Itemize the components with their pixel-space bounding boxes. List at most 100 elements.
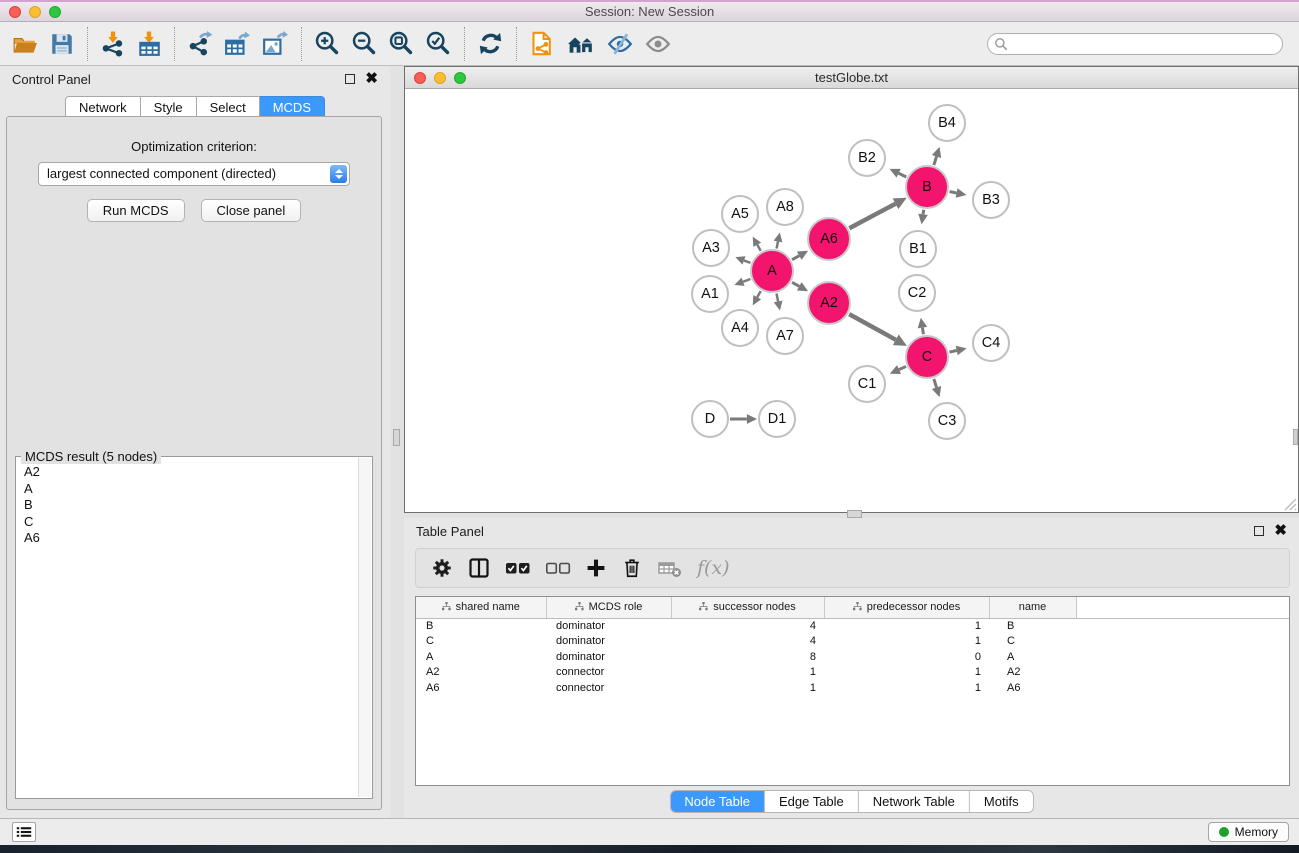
table-row[interactable]: Adominator80A xyxy=(416,650,1289,666)
graph-edge[interactable] xyxy=(777,242,778,249)
tab-network-table[interactable]: Network Table xyxy=(859,791,970,812)
function-builder-icon[interactable]: f(x) xyxy=(690,557,737,579)
graph-edge[interactable] xyxy=(792,256,799,260)
graph-edge[interactable] xyxy=(849,204,895,229)
graph-edge[interactable] xyxy=(934,379,937,388)
col-mcds-role[interactable]: MCDS role xyxy=(546,597,671,618)
save-session-icon[interactable] xyxy=(44,26,80,62)
graph-node-A3[interactable]: A3 xyxy=(693,230,729,266)
divider-grip[interactable] xyxy=(393,429,400,446)
open-session-icon[interactable] xyxy=(6,26,44,62)
network-graph[interactable]: A A1 A2 A3 A4 A5 A6 A7 A8 B B1 B2 B3 B4 C C1 C2 C3 C4 D D1 xyxy=(405,89,1298,512)
mcds-result-item[interactable]: A xyxy=(24,481,358,498)
graph-edge[interactable] xyxy=(792,282,799,286)
select-all-icon[interactable] xyxy=(498,551,538,585)
graph-edge[interactable] xyxy=(950,192,957,193)
graph-node-C4[interactable]: C4 xyxy=(973,325,1009,361)
tab-motifs[interactable]: Motifs xyxy=(970,791,1033,812)
col-predecessor-nodes[interactable]: predecessor nodes xyxy=(824,597,989,618)
table-row[interactable]: Bdominator41B xyxy=(416,618,1289,634)
graph-edge[interactable] xyxy=(934,157,937,166)
graph-node-C[interactable]: C xyxy=(906,336,948,378)
graph-node-B[interactable]: B xyxy=(906,166,948,208)
export-network-icon[interactable] xyxy=(182,26,218,62)
graph-node-A1[interactable]: A1 xyxy=(692,276,728,312)
graph-edge[interactable] xyxy=(899,173,907,177)
new-network-file-icon[interactable] xyxy=(524,26,561,62)
import-table-icon[interactable] xyxy=(131,26,167,62)
tab-edge-table[interactable]: Edge Table xyxy=(765,791,859,812)
refresh-layout-icon[interactable] xyxy=(472,26,509,62)
col-name[interactable]: name xyxy=(989,597,1076,618)
network-scrollbar-thumb[interactable] xyxy=(1293,429,1298,445)
delete-table-icon[interactable] xyxy=(650,551,690,585)
graph-node-A4[interactable]: A4 xyxy=(722,310,758,346)
divider-grip[interactable] xyxy=(847,510,862,518)
graph-node-B3[interactable]: B3 xyxy=(973,182,1009,218)
graph-edge[interactable] xyxy=(899,366,906,369)
mcds-result-item[interactable]: A6 xyxy=(24,530,358,547)
graph-edge[interactable] xyxy=(757,291,760,297)
mcds-result-item[interactable]: B xyxy=(24,497,358,514)
export-table-icon[interactable] xyxy=(218,26,256,62)
graph-edge[interactable] xyxy=(922,328,923,335)
memory-button[interactable]: Memory xyxy=(1208,822,1289,842)
zoom-out-icon[interactable] xyxy=(346,26,383,62)
graph-node-B4[interactable]: B4 xyxy=(929,105,965,141)
column-visibility-icon[interactable] xyxy=(460,551,498,585)
graph-node-A8[interactable]: A8 xyxy=(767,189,803,225)
graph-node-C3[interactable]: C3 xyxy=(929,403,965,439)
zoom-fit-icon[interactable] xyxy=(383,26,420,62)
mcds-result-scrollbar[interactable] xyxy=(358,458,371,797)
close-table-panel-icon[interactable]: ✖ xyxy=(1274,526,1287,536)
graph-node-B2[interactable]: B2 xyxy=(849,140,885,176)
table-row[interactable]: A2connector11A2 xyxy=(416,665,1289,681)
show-log-list-button[interactable] xyxy=(12,822,36,842)
graph-node-D1[interactable]: D1 xyxy=(759,401,795,437)
network-canvas[interactable]: A A1 A2 A3 A4 A5 A6 A7 A8 B B1 B2 B3 B4 C C1 C2 C3 C4 D D1 xyxy=(405,89,1298,512)
graph-node-A7[interactable]: A7 xyxy=(767,318,803,354)
mcds-result-item[interactable]: C xyxy=(24,514,358,531)
graph-node-A2[interactable]: A2 xyxy=(808,282,850,324)
close-panel-icon[interactable]: ✖ xyxy=(365,74,378,84)
run-mcds-button[interactable]: Run MCDS xyxy=(87,199,185,222)
table-header-row[interactable]: shared name MCDS role successor nodes pr… xyxy=(416,597,1289,618)
graph-edge[interactable] xyxy=(757,245,760,251)
graph-node-A5[interactable]: A5 xyxy=(722,196,758,232)
graph-node-C1[interactable]: C1 xyxy=(849,366,885,402)
search-input[interactable] xyxy=(987,33,1283,55)
zoom-in-icon[interactable] xyxy=(309,26,346,62)
table-row[interactable]: A6connector11A6 xyxy=(416,681,1289,697)
zoom-selected-icon[interactable] xyxy=(420,26,457,62)
graph-node-A[interactable]: A xyxy=(751,250,793,292)
close-panel-button[interactable]: Close panel xyxy=(201,199,302,222)
mcds-result-item[interactable]: A2 xyxy=(24,464,358,481)
resize-grip-icon[interactable] xyxy=(1284,498,1297,511)
graph-node-C2[interactable]: C2 xyxy=(899,275,935,311)
export-image-icon[interactable] xyxy=(256,26,294,62)
graph-node-D[interactable]: D xyxy=(692,401,728,437)
graph-edge[interactable] xyxy=(849,314,896,340)
node-table[interactable]: shared name MCDS role successor nodes pr… xyxy=(415,596,1290,786)
graph-edge[interactable] xyxy=(949,351,956,353)
float-table-panel-icon[interactable] xyxy=(1254,526,1264,536)
col-shared-name[interactable]: shared name xyxy=(416,597,546,618)
deselect-all-icon[interactable] xyxy=(538,551,578,585)
delete-column-icon[interactable] xyxy=(614,551,650,585)
graph-edge[interactable] xyxy=(744,260,750,262)
float-panel-icon[interactable] xyxy=(345,74,355,84)
table-settings-gear-icon[interactable] xyxy=(424,551,460,585)
add-column-icon[interactable] xyxy=(578,551,614,585)
graph-edge[interactable] xyxy=(743,279,750,282)
graph-node-A6[interactable]: A6 xyxy=(808,218,850,260)
home-views-icon[interactable] xyxy=(561,26,601,62)
graph-edge[interactable] xyxy=(923,210,924,215)
graph-node-B1[interactable]: B1 xyxy=(900,231,936,267)
col-successor-nodes[interactable]: successor nodes xyxy=(671,597,824,618)
tab-node-table[interactable]: Node Table xyxy=(670,791,765,812)
vertical-split-divider[interactable] xyxy=(390,66,404,818)
hide-panel-eye-slash-icon[interactable] xyxy=(601,26,639,62)
criterion-select[interactable]: largest connected component (directed) xyxy=(38,162,350,186)
table-row[interactable]: Cdominator41C xyxy=(416,634,1289,650)
import-network-icon[interactable] xyxy=(95,26,131,62)
